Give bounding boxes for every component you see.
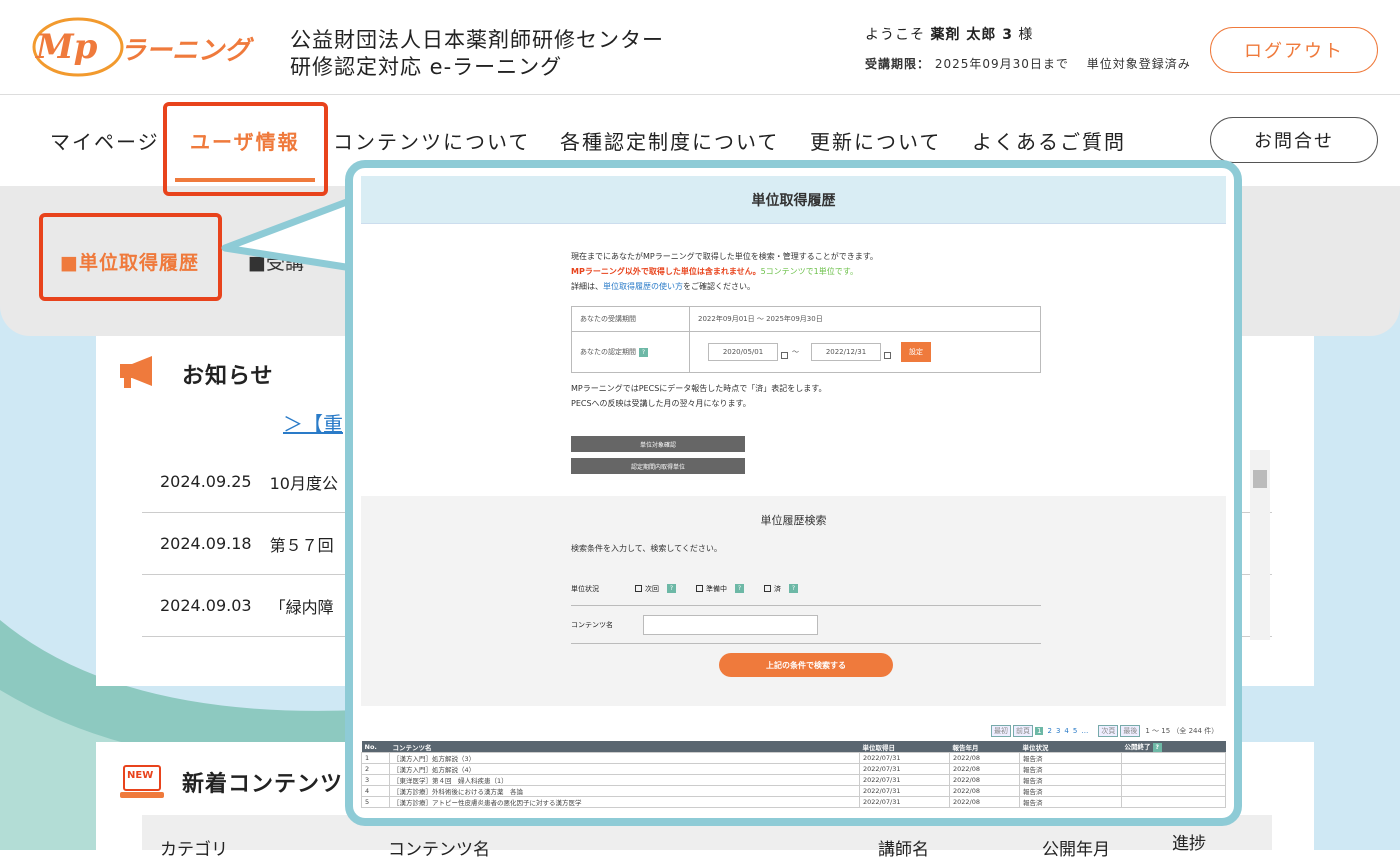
pager-page[interactable]: 5 <box>1073 727 1077 735</box>
status-done-checkbox[interactable] <box>764 585 771 592</box>
nav-mypage[interactable]: マイページ <box>50 126 160 155</box>
date-to-input[interactable]: 2022/12/31 <box>811 343 881 361</box>
search-instruction: 検索条件を入力して、検索してください。 <box>571 544 722 553</box>
scrollbar-thumb[interactable] <box>1253 470 1267 488</box>
popup-title: 単位取得履歴 <box>361 176 1226 224</box>
table-row[interactable]: 5 ［漢方診療］アトピー性皮膚炎患者の悪化因子に対する漢方医学 2022/07/31… <box>361 796 1226 808</box>
nav-faq[interactable]: よくあるご質問 <box>972 126 1126 155</box>
pecs-note: MPラーニングではPECSにデータ報告した時点で「済」表記をします。 PECSへ… <box>571 384 827 408</box>
user-name: 薬剤 太郎 3 <box>930 27 1013 43</box>
pager-current: 1 <box>1035 727 1044 735</box>
megaphone-icon <box>120 356 152 388</box>
service-name: 研修認定対応 e-ラーニング <box>290 55 563 79</box>
table-header: No. コンテンツ名 単位取得日 報告年月 単位状況 公開終了 ? <box>361 741 1226 753</box>
history-table: No. コンテンツ名 単位取得日 報告年月 単位状況 公開終了 ? 1 ［漢方入門… <box>361 741 1226 808</box>
set-period-button[interactable]: 設定 <box>901 342 931 362</box>
period-table: あなたの受講期間 2022年09月01日 ～ 2025年09月30日 あなたの認… <box>571 306 1041 373</box>
content-name-row: コンテンツ名 <box>571 606 1041 644</box>
highlight-user-info <box>163 102 328 196</box>
new-laptop-icon: NEW <box>118 762 166 804</box>
date-from-input[interactable]: 2020/05/01 <box>708 343 778 361</box>
notice-important-link[interactable]: ＞【重 <box>283 408 343 437</box>
status-filter-row: 単位状況 次回? 準備中? 済? <box>571 572 1041 606</box>
period-info: 受講期限： 2025年09月30日まで 単位対象登録済み <box>865 57 1191 71</box>
table-row[interactable]: 4 ［漢方診療］外科術後における漢方薬 各論 2022/07/31 2022/08 報告… <box>361 785 1226 797</box>
help-icon[interactable]: ? <box>667 584 676 593</box>
calendar-icon[interactable] <box>884 351 891 359</box>
pagination: 最初 前頁 1 2 3 4 5 … 次頁 最後 1 ～ 15 （全 244 件） <box>991 725 1218 737</box>
content-name-input[interactable] <box>643 614 818 635</box>
help-icon[interactable]: ? <box>1152 743 1162 752</box>
status-next-checkbox[interactable] <box>635 585 642 592</box>
search-title: 単位履歴検索 <box>760 514 827 527</box>
welcome-text: ようこそ 薬剤 太郎 3 様 <box>865 27 1034 43</box>
org-name: 公益財団法人日本薬剤師研修センター <box>290 28 664 52</box>
calendar-icon[interactable] <box>781 351 788 359</box>
nav-contents[interactable]: コンテンツについて <box>333 126 530 155</box>
usage-guide-link[interactable]: 単位取得履歴の使い方 <box>603 282 683 291</box>
pager-last[interactable]: 最後 <box>1120 725 1141 737</box>
table-row[interactable]: 1 ［漢方入門］処方解説（3） 2022/07/31 2022/08 報告済 <box>361 752 1226 764</box>
pager-page[interactable]: 3 <box>1056 727 1060 735</box>
subnav-attendance[interactable]: ■受講 <box>248 248 304 275</box>
notice-title: お知らせ <box>182 364 274 389</box>
nav-certification[interactable]: 各種認定制度について <box>560 126 779 155</box>
help-icon[interactable]: ? <box>735 584 744 593</box>
pager-page[interactable]: 4 <box>1064 727 1068 735</box>
pager-first[interactable]: 最初 <box>991 725 1011 737</box>
site-header: Mp ラーニング 公益財団法人日本薬剤師研修センター 研修認定対応 e-ラーニン… <box>0 0 1400 95</box>
popup-intro: 現在までにあなたがMPラーニングで取得した単位を検索・管理することができます。 … <box>571 252 878 291</box>
pager-ellipsis: … <box>1081 727 1089 735</box>
pager-next[interactable]: 次頁 <box>1098 725 1119 737</box>
cert-period-units-button[interactable]: 認定期間内取得単位 <box>571 458 745 474</box>
pager-prev[interactable]: 前頁 <box>1013 725 1033 737</box>
svg-text:ラーニング: ラーニング <box>120 36 255 66</box>
svg-text:Mp: Mp <box>35 27 98 67</box>
highlight-unit-history <box>39 213 222 301</box>
unit-status: 単位対象登録済み <box>1086 57 1191 71</box>
notice-scrollbar[interactable] <box>1250 450 1270 640</box>
mp-learning-logo[interactable]: Mp ラーニング <box>28 14 268 80</box>
search-button[interactable]: 上記の条件で検索する <box>719 653 893 677</box>
table-row[interactable]: 3 ［東洋医学］第４回 婦人科疾患（1） 2022/07/31 2022/08 報告済 <box>361 774 1226 786</box>
pager-page[interactable]: 2 <box>1047 727 1051 735</box>
status-preparing-checkbox[interactable] <box>696 585 703 592</box>
help-icon[interactable]: ? <box>639 347 648 357</box>
unit-target-check-button[interactable]: 単位対象確認 <box>571 436 745 452</box>
help-icon[interactable]: ? <box>789 584 798 593</box>
contact-button[interactable]: お問合せ <box>1210 117 1378 163</box>
nav-renewal[interactable]: 更新について <box>810 126 941 155</box>
new-contents-title: 新着コンテンツ <box>182 772 344 797</box>
popup-content: 単位取得履歴 現在までにあなたがMPラーニングで取得した単位を検索・管理すること… <box>361 176 1226 810</box>
unit-history-popup: 単位取得履歴 現在までにあなたがMPラーニングで取得した単位を検索・管理すること… <box>345 160 1242 826</box>
logout-button[interactable]: ログアウト <box>1210 27 1378 73</box>
table-row[interactable]: 2 ［漢方入門］処方解説（4） 2022/07/31 2022/08 報告済 <box>361 763 1226 775</box>
pager-summary: 1 ～ 15 （全 244 件） <box>1145 727 1219 735</box>
